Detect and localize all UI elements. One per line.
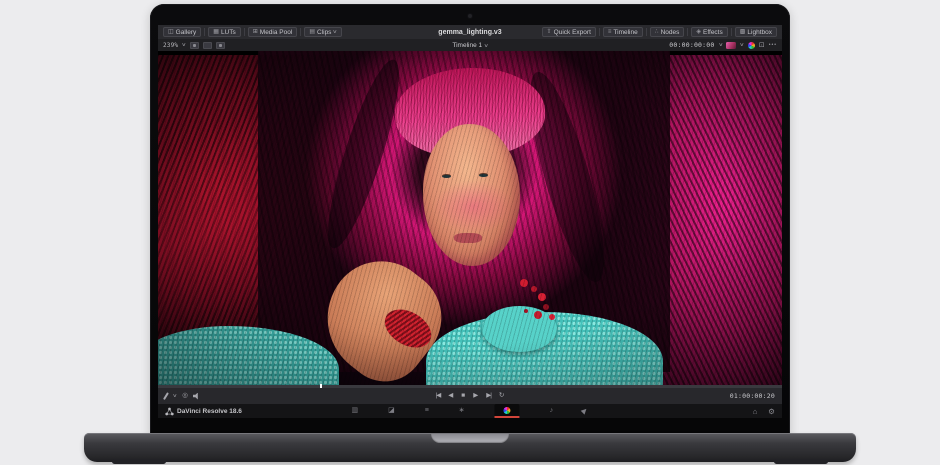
color-wheel-icon[interactable] xyxy=(748,42,755,49)
media-pool-icon: ⊞ xyxy=(253,29,258,35)
cut-page-tab[interactable]: ◪ xyxy=(388,407,395,418)
luts-label: LUTs xyxy=(221,29,236,36)
go-to-end-button[interactable]: ▶| xyxy=(486,393,491,400)
chevron-down-icon: ∨ xyxy=(718,42,723,48)
color-page-icon xyxy=(504,407,511,414)
viewer-mode-toggle-3[interactable] xyxy=(216,42,225,49)
laptop-foot xyxy=(774,459,828,464)
divider xyxy=(204,28,205,36)
media-page-tab[interactable]: ▥ xyxy=(351,407,358,418)
divider xyxy=(731,28,732,36)
lightbox-icon: ▩ xyxy=(740,29,746,35)
lightbox-label: Lightbox xyxy=(747,29,772,36)
gallery-button[interactable]: ◫ Gallery xyxy=(163,27,201,37)
timeline-label: Timeline xyxy=(613,29,637,36)
laptop-foot xyxy=(112,459,166,464)
divider xyxy=(646,28,647,36)
expand-icon[interactable]: ⊡ xyxy=(759,42,765,49)
timeline-icon: ≡ xyxy=(608,29,612,35)
chevron-down-icon: ∨ xyxy=(182,42,187,48)
color-page-tab-active[interactable] xyxy=(495,404,520,418)
lid-thumb-notch xyxy=(431,434,509,443)
page-tabs: ▥ ◪ ≡ ∗ ♪ ▶ xyxy=(351,404,588,418)
transport-bar: ∨ ◎ |◀ ◀ ■ ▶ ▶| ↻ 01:00:00:20 xyxy=(158,388,782,404)
divider xyxy=(300,28,301,36)
app-version-label: DaVinci Resolve 18.6 xyxy=(177,408,242,415)
effects-icon: ◈ xyxy=(696,29,701,35)
screen: ◫ Gallery ▦ LUTs ⊞ Media Pool ▤ Clips ∨ … xyxy=(158,25,782,418)
top-toolbar: ◫ Gallery ▦ LUTs ⊞ Media Pool ▤ Clips ∨ … xyxy=(158,25,782,39)
project-settings-gear-button[interactable]: ⚙ xyxy=(768,407,775,416)
playhead-timecode: 01:00:00:20 xyxy=(730,392,775,400)
chevron-down-icon: ∨ xyxy=(483,43,488,49)
webcam-dot xyxy=(468,14,472,18)
media-pool-label: Media Pool xyxy=(260,29,293,36)
viewer-mode-toggle-1[interactable] xyxy=(190,42,199,49)
luts-button[interactable]: ▦ LUTs xyxy=(208,27,240,37)
effects-button[interactable]: ◈ Effects xyxy=(691,27,727,37)
zoom-level-select[interactable]: 239% xyxy=(163,42,178,49)
play-button[interactable]: ▶ xyxy=(473,393,478,400)
chevron-down-icon: ∨ xyxy=(333,29,338,35)
quick-export-button[interactable]: ⇧ Quick Export xyxy=(542,27,596,37)
clips-label: Clips xyxy=(317,29,331,36)
clips-icon: ▤ xyxy=(309,29,315,35)
viewer-mode-toggle-2[interactable] xyxy=(203,42,212,49)
gallery-icon: ◫ xyxy=(168,29,174,35)
viewer-timecode[interactable]: 00:00:00:00 xyxy=(669,41,714,49)
viewer-image xyxy=(158,55,782,385)
effects-label: Effects xyxy=(703,29,723,36)
fusion-page-tab[interactable]: ∗ xyxy=(459,407,465,418)
go-to-start-button[interactable]: |◀ xyxy=(436,393,441,400)
play-reverse-button[interactable]: ◀ xyxy=(448,393,453,400)
fairlight-page-tab[interactable]: ♪ xyxy=(550,407,554,418)
app-brand: DaVinci Resolve 18.6 xyxy=(165,407,242,416)
laptop-lid: ◫ Gallery ▦ LUTs ⊞ Media Pool ▤ Clips ∨ … xyxy=(150,4,790,438)
project-manager-home-button[interactable]: ⌂ xyxy=(753,407,758,416)
speaker-icon[interactable] xyxy=(193,393,201,400)
bypass-grades-icon[interactable]: ◎ xyxy=(182,393,187,400)
nodes-label: Nodes xyxy=(661,29,680,36)
deliver-page-tab[interactable]: ▶ xyxy=(580,407,592,418)
transport-controls: |◀ ◀ ■ ▶ ▶| ↻ xyxy=(436,393,505,400)
quick-export-label: Quick Export xyxy=(554,29,591,36)
page-bar: DaVinci Resolve 18.6 ▥ ◪ ≡ ∗ ♪ ▶ ⌂ ⚙ xyxy=(158,404,782,418)
photo-fur-texture xyxy=(158,55,782,385)
edit-page-tab[interactable]: ≡ xyxy=(425,407,429,418)
davinci-logo-icon xyxy=(165,407,174,416)
timeline-button[interactable]: ≡ Timeline xyxy=(603,27,643,37)
gallery-label: Gallery xyxy=(176,29,197,36)
luts-icon: ▦ xyxy=(213,29,219,35)
viewer xyxy=(158,51,782,385)
divider xyxy=(244,28,245,36)
stop-button[interactable]: ■ xyxy=(461,393,465,400)
nodes-icon: ∴ xyxy=(655,29,659,35)
timeline-selector[interactable]: Timeline 1 ∨ xyxy=(452,42,487,49)
export-icon: ⇧ xyxy=(547,29,552,35)
divider xyxy=(687,28,688,36)
more-options-button[interactable]: ••• xyxy=(769,43,777,48)
clip-thumbnail-icon[interactable] xyxy=(726,42,736,49)
project-title: gemma_lighting.v3 xyxy=(438,29,501,36)
viewer-header: 239% ∨ Timeline 1 ∨ 00:00:00:00 ∨ ∨ ⊡ ••… xyxy=(158,39,782,51)
wand-icon[interactable] xyxy=(163,392,169,400)
chevron-down-icon: ∨ xyxy=(172,393,177,399)
loop-button[interactable]: ↻ xyxy=(499,393,504,400)
clips-button[interactable]: ▤ Clips ∨ xyxy=(304,27,342,37)
divider xyxy=(599,28,600,36)
timeline-selector-label: Timeline 1 xyxy=(452,42,482,49)
chevron-down-icon: ∨ xyxy=(739,42,744,48)
lightbox-button[interactable]: ▩ Lightbox xyxy=(735,27,777,37)
media-pool-button[interactable]: ⊞ Media Pool xyxy=(248,27,298,37)
nodes-button[interactable]: ∴ Nodes xyxy=(650,27,685,37)
